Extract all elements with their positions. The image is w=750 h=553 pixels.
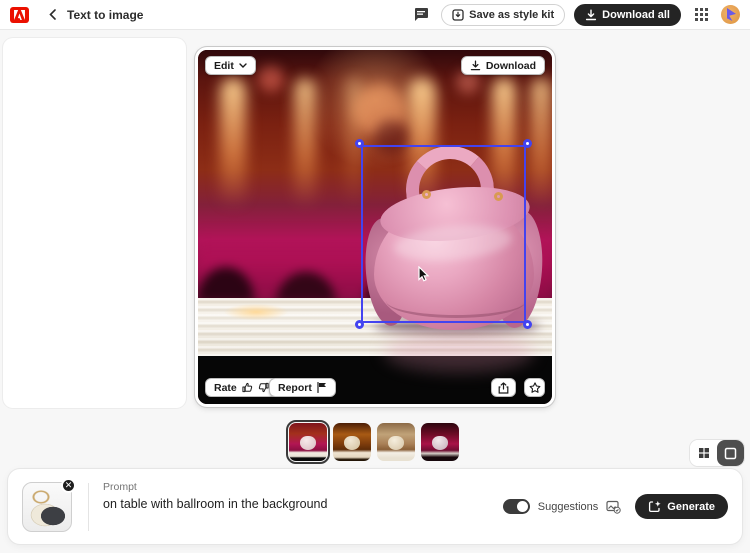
view-mode-toggle bbox=[690, 440, 744, 466]
page-title: Text to image bbox=[67, 7, 144, 22]
feedback-icon[interactable] bbox=[410, 4, 432, 26]
share-icon bbox=[498, 381, 509, 394]
download-all-button[interactable]: Download all bbox=[574, 3, 681, 26]
prompt-field[interactable]: Prompt on table with ballroom in the bac… bbox=[103, 479, 327, 511]
generate-button[interactable]: Generate bbox=[635, 494, 728, 519]
generate-icon bbox=[649, 501, 661, 513]
user-avatar[interactable] bbox=[721, 5, 740, 24]
selection-box[interactable] bbox=[355, 139, 532, 329]
selection-handle-bottom-left[interactable] bbox=[355, 320, 364, 329]
back-button[interactable] bbox=[43, 6, 61, 24]
style-kit-icon bbox=[452, 8, 464, 21]
chevron-down-icon bbox=[239, 63, 247, 68]
variation-thumbnails bbox=[286, 420, 459, 464]
generated-image[interactable]: Edit Download Rate Report bbox=[198, 50, 552, 404]
save-style-kit-label: Save as style kit bbox=[469, 8, 555, 21]
report-button[interactable]: Report bbox=[269, 378, 336, 397]
thumbnail-variation-1[interactable] bbox=[286, 420, 330, 464]
prompt-label: Prompt bbox=[103, 481, 137, 493]
share-button[interactable] bbox=[491, 378, 516, 397]
thumbs-up-icon bbox=[242, 382, 252, 393]
selection-handle-bottom-right[interactable] bbox=[523, 320, 532, 329]
thumbs-down-icon bbox=[258, 382, 269, 393]
close-icon[interactable]: ✕ bbox=[61, 477, 76, 493]
edit-label: Edit bbox=[214, 59, 234, 72]
thumbnail-variation-4[interactable] bbox=[421, 423, 459, 461]
divider bbox=[88, 482, 89, 531]
download-label: Download bbox=[485, 59, 536, 72]
generate-label: Generate bbox=[667, 500, 715, 513]
prompt-bar: ✕ Prompt on table with ballroom in the b… bbox=[8, 469, 742, 544]
thumbnail-variation-2[interactable] bbox=[333, 423, 371, 461]
rate-button[interactable]: Rate bbox=[205, 378, 278, 397]
image-check-icon[interactable] bbox=[606, 500, 621, 514]
adobe-logo-icon[interactable] bbox=[10, 6, 29, 23]
pointer-cursor bbox=[418, 266, 431, 283]
apps-grid-icon[interactable] bbox=[690, 4, 712, 26]
suggestions-toggle[interactable] bbox=[502, 499, 530, 514]
star-icon bbox=[529, 381, 540, 393]
single-view-icon[interactable] bbox=[717, 440, 744, 466]
report-label: Report bbox=[278, 381, 312, 394]
flag-icon bbox=[317, 382, 326, 393]
selection-handle-top-left[interactable] bbox=[355, 139, 364, 148]
firefly-app: Text to image Save as style kit Download… bbox=[0, 0, 750, 553]
grid-view-icon[interactable] bbox=[690, 440, 717, 466]
suggestions-label: Suggestions bbox=[537, 500, 599, 513]
top-bar: Text to image Save as style kit Download… bbox=[0, 0, 750, 30]
download-icon bbox=[586, 9, 597, 20]
rate-label: Rate bbox=[214, 381, 237, 394]
download-icon bbox=[470, 60, 481, 71]
reference-image-thumbnail[interactable]: ✕ bbox=[22, 477, 76, 532]
favorite-star-button[interactable] bbox=[524, 378, 545, 397]
thumbnail-variation-3[interactable] bbox=[377, 423, 415, 461]
selection-handle-top-right[interactable] bbox=[523, 139, 532, 148]
save-style-kit-button[interactable]: Save as style kit bbox=[441, 3, 566, 26]
prompt-input[interactable]: on table with ballroom in the background bbox=[103, 497, 327, 511]
download-all-label: Download all bbox=[602, 8, 670, 21]
download-button[interactable]: Download bbox=[460, 56, 545, 75]
edit-button[interactable]: Edit bbox=[205, 56, 256, 75]
adjacent-image-card[interactable] bbox=[3, 38, 186, 408]
generated-image-card: Edit Download Rate Report bbox=[195, 47, 555, 407]
